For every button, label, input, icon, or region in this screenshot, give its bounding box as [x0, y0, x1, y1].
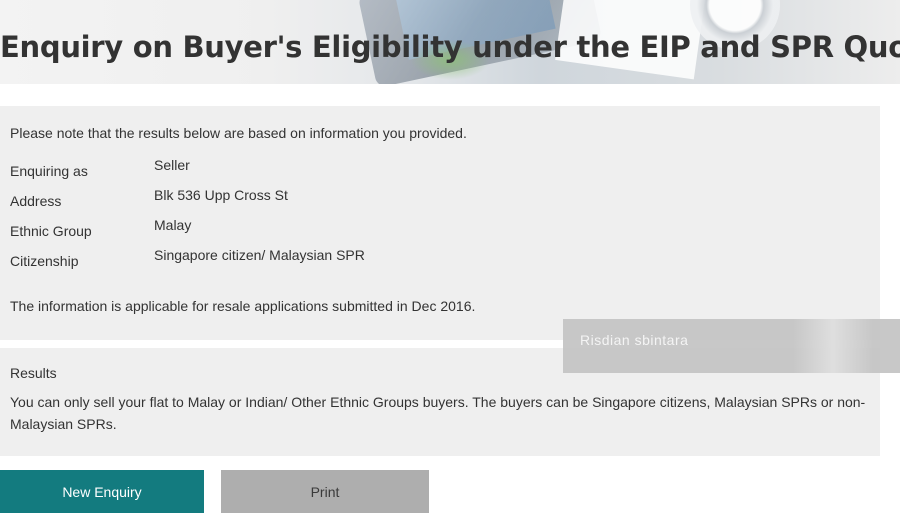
page-title: Enquiry on Buyer's Eligibility under the… — [0, 30, 900, 64]
info-label: Ethnic Group — [10, 223, 92, 239]
info-value: Blk 536 Upp Cross St — [154, 187, 288, 203]
info-panel: Please note that the results below are b… — [0, 106, 880, 340]
watermark-text: Risdian sbintara — [580, 332, 689, 348]
info-label: Address — [10, 193, 62, 209]
info-value: Singapore citizen/ Malaysian SPR — [154, 247, 365, 263]
info-note: Please note that the results below are b… — [10, 125, 467, 141]
overlay-blur — [793, 319, 873, 373]
print-button[interactable]: Print — [221, 470, 429, 513]
info-value: Seller — [154, 157, 190, 173]
info-value: Malay — [154, 217, 192, 233]
info-label: Enquiring as — [10, 163, 88, 179]
new-enquiry-button[interactable]: New Enquiry — [0, 470, 204, 513]
applicability-note: The information is applicable for resale… — [10, 298, 476, 314]
header-banner: Enquiry on Buyer's Eligibility under the… — [0, 0, 900, 84]
results-text: You can only sell your flat to Malay or … — [10, 394, 866, 432]
watermark-overlay: Risdian sbintara — [563, 319, 900, 373]
results-heading: Results — [10, 365, 57, 381]
info-label: Citizenship — [10, 253, 79, 269]
